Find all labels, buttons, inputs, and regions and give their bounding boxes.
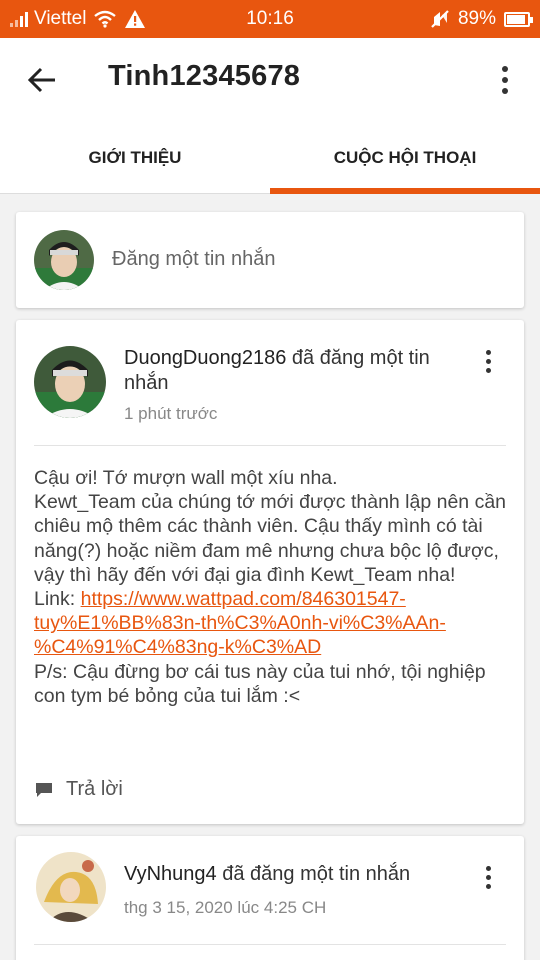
post-body: Cậu ơi! Tớ mượn wall một xíu nha. Kewt_T…	[34, 467, 507, 707]
active-tab-indicator	[270, 188, 540, 194]
comment-icon	[36, 782, 52, 797]
page-title: Tinh12345678	[108, 60, 301, 92]
tab-conversations[interactable]: CUỘC HỘI THOẠI	[270, 122, 540, 194]
overflow-menu-button[interactable]	[490, 62, 520, 98]
avatar[interactable]	[36, 852, 106, 922]
post-timestamp: thg 3 15, 2020 lúc 4:25 CH	[124, 898, 327, 917]
divider	[34, 445, 506, 446]
compose-card[interactable]: Đăng một tin nhắn	[16, 212, 524, 308]
message-card: DuongDuong2186 đã đăng một tin nhắn 1 ph…	[16, 320, 524, 824]
username-link[interactable]: VyNhung4	[124, 863, 217, 885]
status-bar: Viettel 10:16 89%	[0, 0, 540, 38]
arrow-left-icon	[27, 67, 55, 93]
avatar	[34, 230, 94, 290]
tab-bar: GIỚI THIỆU CUỘC HỘI THOẠI	[0, 122, 540, 194]
divider	[34, 944, 506, 945]
reply-button[interactable]: Trả lời	[34, 778, 123, 801]
post-link[interactable]: https://www.wattpad.com/846301547-tuy%E1…	[34, 588, 446, 658]
message-input[interactable]: Đăng một tin nhắn	[112, 248, 275, 271]
message-card: VyNhung4 đã đăng một tin nhắn thg 3 15, …	[16, 836, 524, 960]
more-vert-icon	[502, 66, 508, 72]
post-header: DuongDuong2186 đã đăng một tin nhắn	[124, 346, 464, 396]
back-button[interactable]	[22, 60, 62, 100]
post-header: VyNhung4 đã đăng một tin nhắn	[124, 862, 464, 887]
more-vert-icon	[485, 349, 491, 355]
tab-about[interactable]: GIỚI THIỆU	[0, 122, 270, 194]
battery-percent: 89%	[457, 8, 496, 29]
reply-label: Trả lời	[66, 778, 123, 800]
post-action-text: đã đăng một tin nhắn	[216, 863, 411, 885]
mute-icon	[431, 10, 449, 28]
username-link[interactable]: DuongDuong2186	[124, 347, 286, 369]
post-menu-button[interactable]	[478, 862, 498, 892]
status-right: 89%	[430, 8, 533, 30]
avatar[interactable]	[34, 346, 106, 418]
post-menu-button[interactable]	[478, 346, 498, 376]
app-bar: Tinh12345678	[0, 38, 540, 122]
more-vert-icon	[485, 865, 491, 871]
battery-icon	[504, 11, 533, 27]
post-timestamp: 1 phút trước	[124, 404, 218, 423]
